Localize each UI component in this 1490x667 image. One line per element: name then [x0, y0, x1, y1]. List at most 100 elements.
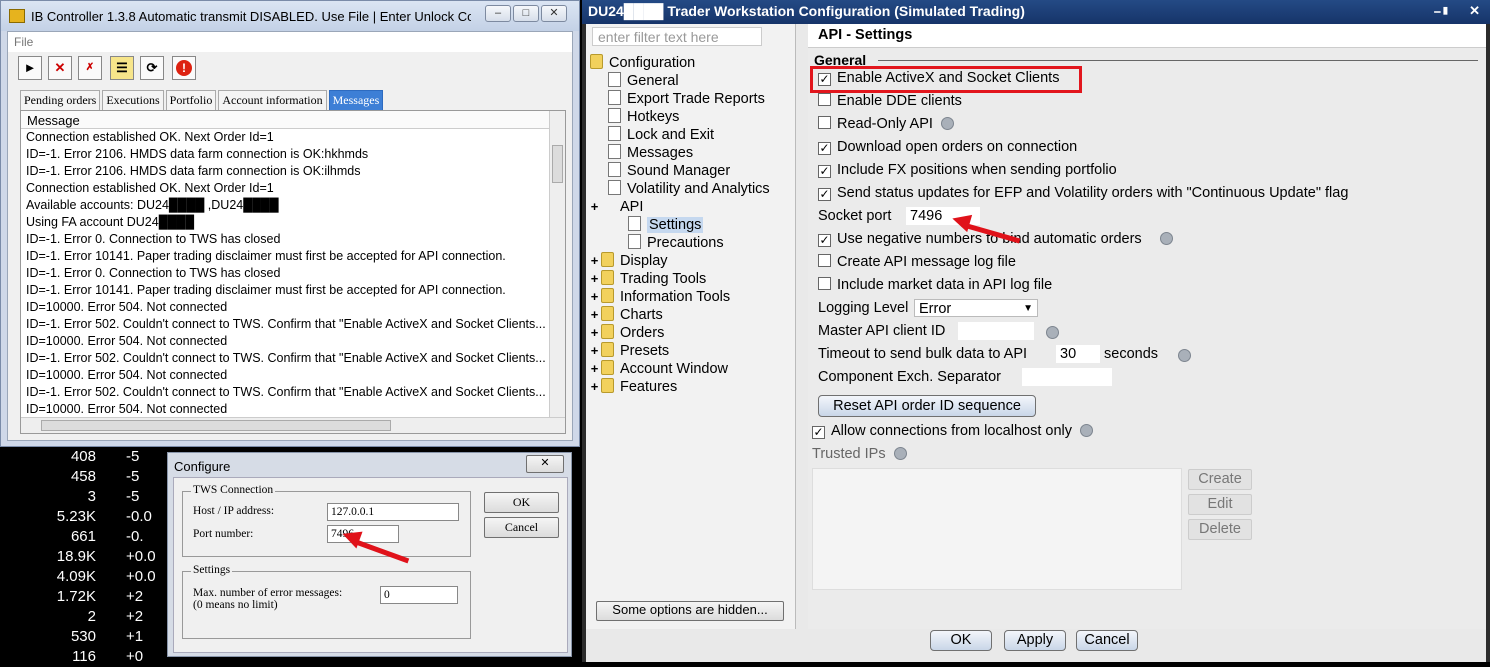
timeout-input[interactable]: 30	[1056, 345, 1100, 363]
localhost-checkbox[interactable]: ✓	[812, 426, 825, 439]
apply-button[interactable]: Apply	[1004, 630, 1066, 651]
tree-group[interactable]: + Information Tools	[590, 288, 730, 305]
message-row[interactable]: ID=-1. Error 502. Couldn't connect to TW…	[21, 384, 547, 401]
message-row[interactable]: Available accounts: DU24████ ,DU24████	[21, 197, 547, 214]
message-row[interactable]: ID=-1. Error 10141. Paper trading discla…	[21, 248, 547, 265]
tab-account-information[interactable]: Account information	[218, 90, 327, 110]
option-checkbox[interactable]: ✓	[818, 234, 831, 247]
reset-order-id-button[interactable]: Reset API order ID sequence	[818, 395, 1036, 417]
ok-button[interactable]: OK	[930, 630, 992, 651]
tree-group[interactable]: + Display	[590, 252, 668, 269]
message-row[interactable]: Connection established OK. Next Order Id…	[21, 129, 547, 146]
maximize-button[interactable]: □	[513, 5, 539, 22]
option-checkbox[interactable]: ✓	[818, 142, 831, 155]
message-row[interactable]: ID=10000. Error 504. Not connected	[21, 299, 547, 316]
tree-item[interactable]: Lock and Exit	[608, 126, 714, 143]
expand-icon[interactable]: +	[590, 361, 599, 376]
cancel-button[interactable]: Cancel	[1076, 630, 1138, 651]
option-checkbox[interactable]: ✓	[818, 165, 831, 178]
host-input[interactable]: 127.0.0.1	[327, 503, 459, 521]
expand-icon[interactable]: +	[590, 379, 599, 394]
info-icon[interactable]	[893, 447, 907, 460]
tree-api[interactable]: + API	[590, 198, 644, 215]
tree-group[interactable]: + Account Window	[590, 360, 728, 377]
delete-button[interactable]: Delete	[1188, 519, 1252, 540]
info-icon[interactable]	[1079, 424, 1093, 437]
minimize-button[interactable]: –	[485, 5, 511, 22]
expand-icon[interactable]: +	[590, 199, 599, 214]
message-row[interactable]: Using FA account DU24████	[21, 214, 547, 231]
tab-executions[interactable]: Executions	[102, 90, 164, 110]
horizontal-scrollbar[interactable]	[21, 417, 565, 433]
option-checkbox[interactable]	[818, 254, 831, 267]
notes-icon[interactable]: ☰	[110, 56, 134, 80]
configure-close-button[interactable]: ✕	[526, 455, 564, 473]
ibc-title-bar[interactable]: IB Controller 1.3.8 Automatic transmit D…	[1, 1, 579, 31]
separator-input[interactable]	[1022, 368, 1112, 386]
expand-icon[interactable]: +	[590, 289, 599, 304]
tws-close-icon[interactable]: ✕	[1469, 3, 1480, 19]
tab-pending-orders[interactable]: Pending orders	[20, 90, 101, 110]
message-row[interactable]: ID=-1. Error 502. Couldn't connect to TW…	[21, 316, 547, 333]
port-input[interactable]: 7496	[327, 525, 399, 543]
tree-item[interactable]: Export Trade Reports	[608, 90, 765, 107]
tab-messages[interactable]: Messages	[328, 90, 384, 110]
message-row[interactable]: ID=10000. Error 504. Not connected	[21, 401, 547, 418]
message-row[interactable]: Connection established OK. Next Order Id…	[21, 180, 547, 197]
scroll-thumb[interactable]	[552, 145, 563, 183]
expand-icon[interactable]: +	[590, 343, 599, 358]
pin-icon[interactable]: ⎯▮	[1434, 4, 1450, 19]
tree-group[interactable]: + Trading Tools	[590, 270, 706, 287]
expand-icon[interactable]: +	[590, 325, 599, 340]
vertical-scrollbar[interactable]	[549, 111, 565, 417]
tree-item[interactable]: Volatility and Analytics	[608, 180, 770, 197]
tree-group[interactable]: + Orders	[590, 324, 664, 341]
tree-group[interactable]: + Charts	[590, 306, 663, 323]
info-icon[interactable]	[1046, 326, 1059, 339]
hscroll-thumb[interactable]	[41, 420, 391, 431]
tree-item[interactable]: Messages	[608, 144, 693, 161]
expand-icon[interactable]: +	[590, 253, 599, 268]
tab-portfolio[interactable]: Portfolio	[165, 90, 217, 110]
option-checkbox[interactable]	[818, 116, 831, 129]
filter-input[interactable]: enter filter text here	[592, 27, 762, 46]
expand-icon[interactable]: +	[590, 307, 599, 322]
refresh-icon[interactable]: ⟳	[140, 56, 164, 80]
hidden-options-button[interactable]: Some options are hidden...	[596, 601, 784, 621]
tree-item[interactable]: General	[608, 72, 679, 89]
message-row[interactable]: ID=-1. Error 10141. Paper trading discla…	[21, 282, 547, 299]
alert-icon[interactable]: !	[172, 56, 196, 80]
info-icon[interactable]	[1159, 232, 1173, 245]
message-row[interactable]: ID=-1. Error 502. Couldn't connect to TW…	[21, 350, 547, 367]
tree-group[interactable]: + Presets	[590, 342, 669, 359]
max-errors-input[interactable]: 0	[380, 586, 458, 604]
logging-select[interactable]: Error ▼	[914, 299, 1038, 317]
tws-title-bar[interactable]: DU24████ Trader Workstation Configuratio…	[582, 0, 1490, 24]
message-row[interactable]: ID=10000. Error 504. Not connected	[21, 367, 547, 384]
info-icon[interactable]	[1178, 349, 1191, 362]
option-checkbox[interactable]	[818, 277, 831, 290]
menu-file[interactable]: File	[14, 35, 33, 49]
cancel-order-icon[interactable]: ✕	[48, 56, 72, 80]
close-button[interactable]: ✕	[541, 5, 567, 22]
master-id-input[interactable]	[958, 322, 1034, 340]
option-checkbox[interactable]: ✓	[818, 188, 831, 201]
configure-cancel-button[interactable]: Cancel	[484, 517, 559, 538]
info-icon[interactable]	[940, 117, 954, 130]
message-row[interactable]: ID=-1. Error 0. Connection to TWS has cl…	[21, 265, 547, 282]
expand-icon[interactable]: +	[590, 271, 599, 286]
tree-precautions[interactable]: Precautions	[628, 234, 724, 251]
configure-ok-button[interactable]: OK	[484, 492, 559, 513]
message-row[interactable]: ID=-1. Error 0. Connection to TWS has cl…	[21, 231, 547, 248]
tree-item[interactable]: Sound Manager	[608, 162, 730, 179]
clear-errors-icon[interactable]: ✗	[78, 56, 102, 80]
message-row[interactable]: ID=10000. Error 504. Not connected	[21, 333, 547, 350]
play-icon[interactable]: ►	[18, 56, 42, 80]
trusted-ips-list[interactable]	[812, 468, 1182, 590]
messages-header[interactable]: Message	[21, 111, 565, 129]
create-button[interactable]: Create	[1188, 469, 1252, 490]
tree-group[interactable]: + Features	[590, 378, 677, 395]
tree-settings[interactable]: Settings	[628, 216, 704, 233]
message-row[interactable]: ID=-1. Error 2106. HMDS data farm connec…	[21, 163, 547, 180]
tree-item[interactable]: Hotkeys	[608, 108, 679, 125]
